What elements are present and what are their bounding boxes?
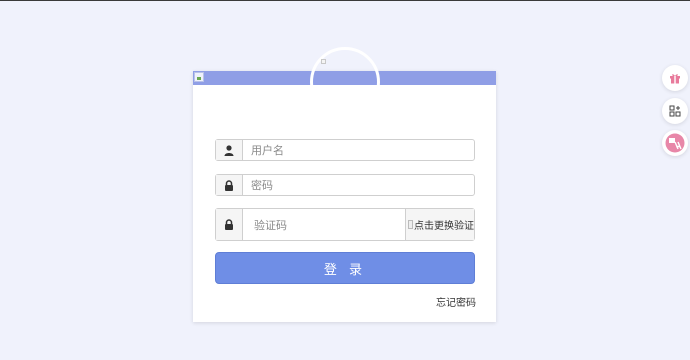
login-button[interactable]: 登 录 <box>215 252 475 284</box>
password-addon <box>216 175 243 195</box>
avatar <box>310 47 380 117</box>
username-addon <box>216 140 243 160</box>
username-field[interactable]: 用户名 <box>215 139 475 161</box>
translate-button[interactable] <box>662 130 688 156</box>
translate-icon <box>665 133 685 153</box>
gift-button[interactable] <box>662 65 688 91</box>
login-button-label: 登 录 <box>323 262 367 278</box>
avatar-broken-image-icon <box>321 59 326 64</box>
captcha-image[interactable]: 点击更换验证 <box>405 209 474 240</box>
user-icon <box>224 144 234 156</box>
window-top-border <box>0 0 690 1</box>
lock-icon <box>225 179 233 191</box>
lock-icon <box>225 219 233 230</box>
captcha-image-alt: 点击更换验证 <box>414 221 474 232</box>
apps-add-icon <box>669 105 681 117</box>
captcha-placeholder: 验证码 <box>254 218 287 232</box>
password-placeholder: 密码 <box>251 179 273 192</box>
apps-button[interactable] <box>662 98 688 124</box>
captcha-addon <box>216 209 243 240</box>
gift-icon <box>670 74 680 84</box>
password-field[interactable]: 密码 <box>215 174 475 196</box>
captcha-input[interactable]: 验证码 <box>243 217 405 233</box>
captcha-row: 验证码 点击更换验证 <box>215 208 475 241</box>
forgot-password-link[interactable]: 忘记密码 <box>436 294 476 309</box>
broken-image-icon <box>194 72 204 82</box>
captcha-broken-image-icon <box>408 220 413 229</box>
username-placeholder: 用户名 <box>251 144 284 157</box>
